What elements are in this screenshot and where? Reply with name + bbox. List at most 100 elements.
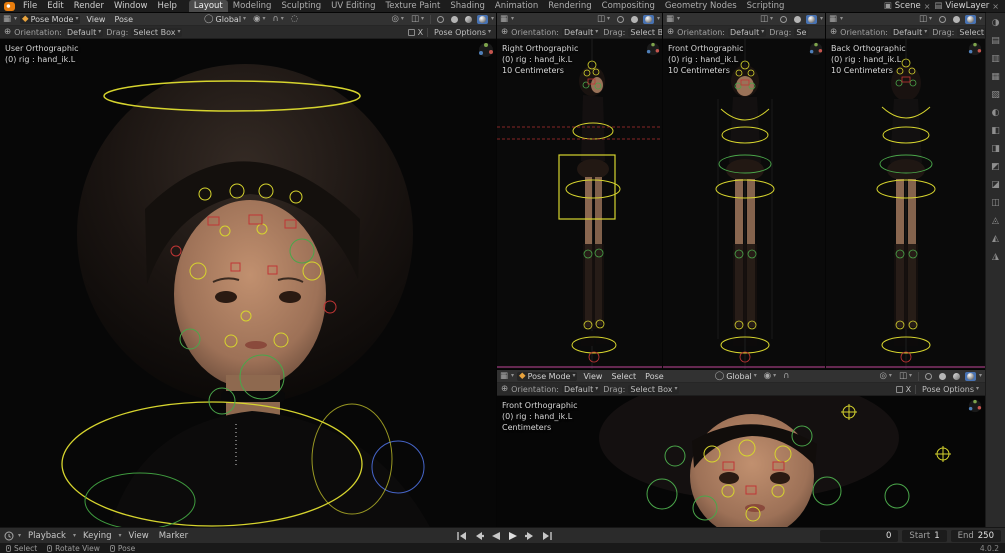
shading-solid-button[interactable] [937,372,948,381]
tool-icon[interactable]: ⊕ [501,28,508,37]
workspace-tab-shading[interactable]: Shading [445,0,490,13]
menu-edit[interactable]: Edit [43,0,67,13]
shading-rendered-button[interactable] [964,14,976,24]
tab-scene-icon[interactable]: ▧ [991,91,1000,100]
tab-object-data-icon[interactable]: ◬ [992,217,999,226]
viewlayer-unlink-icon[interactable]: × [992,2,999,11]
menu-keying[interactable]: Keying [80,531,115,541]
proportional-edit-toggle[interactable]: ◌ [289,15,300,24]
navigation-gizmo[interactable] [478,42,494,58]
show-overlays-toggle[interactable]: ◫ ▾ [758,15,775,24]
menu-help[interactable]: Help [153,0,180,13]
transform-orientation-dropdown[interactable]: ◯ Global ▾ [202,15,248,24]
navigation-gizmo[interactable] [968,42,982,56]
jump-to-end-button[interactable] [540,530,554,542]
scene-unlink-icon[interactable]: × [924,2,931,11]
shading-solid-button[interactable] [449,15,460,24]
workspace-tab-geometry-nodes[interactable]: Geometry Nodes [660,0,742,13]
show-overlays-toggle[interactable]: ◫ ▾ [409,15,426,24]
tab-modifiers-icon[interactable]: ◨ [991,145,1000,154]
shading-wireframe-button[interactable] [435,15,446,24]
tab-output-icon[interactable]: ▥ [991,55,1000,64]
orientation-setting-dropdown[interactable]: Default ▾ [890,27,930,37]
shading-solid-button[interactable] [951,15,962,24]
tab-world-icon[interactable]: ◐ [992,109,1000,118]
tool-icon[interactable]: ⊕ [830,28,837,37]
editor-type-icon[interactable]: ▦ [500,15,508,24]
tab-render-icon[interactable]: ▤ [991,37,1000,46]
tab-tool-icon[interactable]: ◑ [992,19,1000,28]
transform-orientation-dropdown[interactable]: ◯ Global ▾ [713,372,759,381]
show-overlays-toggle[interactable]: ◫ ▾ [917,15,934,24]
show-overlays-toggle[interactable]: ◫ ▾ [595,15,612,24]
viewport-canvas[interactable]: Right Orthographic (0) rig : hand_ik.L 1… [497,39,663,370]
workspace-tab-scripting[interactable]: Scripting [742,0,790,13]
orientation-setting-dropdown[interactable]: Default ▾ [727,27,767,37]
show-gizmo-toggle[interactable]: ◎ ▾ [878,372,894,381]
shading-wireframe-button[interactable] [778,15,789,24]
menu-render[interactable]: Render [70,0,108,13]
editor-type-icon[interactable]: ▦ [666,15,674,24]
shading-wireframe-button[interactable] [937,15,948,24]
shading-material-button[interactable] [951,372,962,381]
drag-setting-dropdown[interactable]: Select Box ▾ [628,384,680,394]
menu-select[interactable]: Select [608,372,639,381]
viewport-canvas[interactable]: Back Orthographic (0) rig : hand_ik.L 10… [826,39,985,370]
menu-pose[interactable]: Pose [642,372,667,381]
orientation-setting-dropdown[interactable]: Default ▾ [64,27,104,37]
menu-timeline-view[interactable]: View [126,531,152,541]
menu-window[interactable]: Window [110,0,152,13]
snap-toggle[interactable]: ∩ [781,372,791,381]
workspace-tab-rendering[interactable]: Rendering [543,0,596,13]
pivot-point-dropdown[interactable]: ◉ ▾ [762,372,778,381]
frame-start-field[interactable]: Start 1 [902,529,947,542]
menu-marker[interactable]: Marker [156,531,191,541]
shading-rendered-button[interactable] [476,14,488,24]
tool-icon[interactable]: ⊕ [667,28,674,37]
clock-icon[interactable] [4,531,14,541]
blender-logo[interactable] [4,1,15,11]
tab-view-layer-icon[interactable]: ▦ [991,73,1000,82]
shading-rendered-button[interactable] [964,371,976,381]
viewlayer-selector[interactable]: ▤ ViewLayer × [934,1,999,11]
drag-setting-dropdown[interactable]: Se [794,27,809,37]
mirror-x-checkbox[interactable] [407,28,415,36]
shading-wireframe-button[interactable] [923,372,934,381]
workspace-tab-uv-editing[interactable]: UV Editing [326,0,380,13]
tool-icon[interactable]: ⊕ [501,385,508,394]
pose-options-dropdown[interactable]: Pose Options ▾ [920,385,981,394]
mode-dropdown[interactable]: ◆ Pose Mode ▾ [517,371,578,381]
show-gizmo-toggle[interactable]: ◎ ▾ [390,15,406,24]
pose-options-dropdown[interactable]: Pose Options ▾ [432,28,493,37]
viewport-canvas[interactable]: Front Orthographic (0) rig : hand_ik.L C… [497,396,985,527]
navigation-gizmo[interactable] [968,399,982,413]
shading-wireframe-button[interactable] [615,15,626,24]
shading-solid-button[interactable] [792,15,803,24]
shading-solid-button[interactable] [629,15,640,24]
tab-physics-icon[interactable]: ◪ [991,181,1000,190]
current-frame-field[interactable]: 0 [820,529,899,542]
viewport-canvas[interactable]: Front Orthographic (0) rig : hand_ik.L 1… [663,39,826,370]
navigation-gizmo[interactable] [646,42,660,56]
jump-to-start-button[interactable] [455,530,469,542]
drag-setting-dropdown[interactable]: Select Box ▾ [957,27,985,37]
workspace-tab-compositing[interactable]: Compositing [597,0,660,13]
tab-material-icon[interactable]: ◭ [992,235,999,244]
play-button[interactable] [506,530,520,542]
workspace-tab-texture-paint[interactable]: Texture Paint [381,0,446,13]
menu-view[interactable]: View [580,372,605,381]
pivot-point-dropdown[interactable]: ◉ ▾ [251,15,267,24]
menu-playback[interactable]: Playback [25,531,69,541]
shading-material-button[interactable] [463,15,474,24]
mirror-x-checkbox[interactable] [895,385,903,393]
drag-setting-dropdown[interactable]: Select B [628,27,663,37]
frame-end-field[interactable]: End 250 [950,529,1001,542]
viewport-canvas[interactable]: User Orthographic (0) rig : hand_ik.L [0,39,497,527]
next-keyframe-button[interactable] [523,530,537,542]
tab-constraints-icon[interactable]: ◫ [991,199,1000,208]
orientation-setting-dropdown[interactable]: Default ▾ [561,384,601,394]
menu-file[interactable]: File [19,0,41,13]
snap-toggle[interactable]: ∩ ▾ [271,15,286,24]
tab-texture-icon[interactable]: ◮ [992,253,999,262]
shading-rendered-button[interactable] [642,14,654,24]
